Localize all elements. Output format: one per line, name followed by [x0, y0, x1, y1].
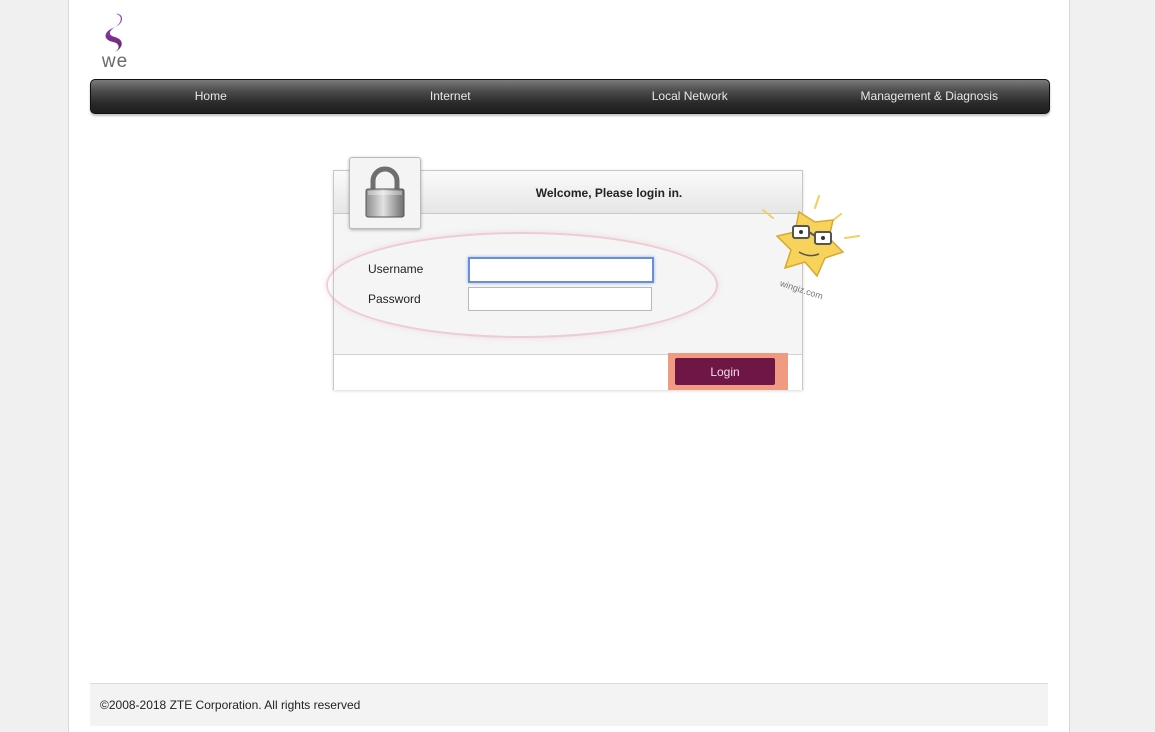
footer: ©2008-2018 ZTE Corporation. All rights r…	[90, 683, 1048, 726]
welcome-text: Welcome, Please login in.	[535, 186, 683, 200]
padlock-frame	[349, 157, 421, 229]
highlight-ellipse	[326, 232, 718, 338]
username-input[interactable]	[468, 257, 654, 283]
login-button-highlight: Login	[668, 353, 788, 390]
nav-local-network[interactable]: Local Network	[570, 80, 810, 113]
copyright-text: ©2008-2018 ZTE Corporation. All rights r…	[100, 698, 361, 712]
login-button[interactable]: Login	[675, 358, 775, 385]
page-container: we Home Internet Local Network Managemen…	[68, 0, 1070, 732]
password-input[interactable]	[468, 287, 652, 311]
logo-text: we	[101, 51, 129, 72]
we-logo-icon	[105, 13, 123, 52]
watermark-text: wingiz.com	[778, 278, 824, 302]
password-label: Password	[368, 292, 421, 306]
we-logo: we	[93, 12, 137, 72]
nav-home[interactable]: Home	[91, 80, 331, 113]
watermark-star-mascot: wingiz.com	[762, 195, 860, 302]
padlock-icon	[365, 166, 405, 218]
nav-internet[interactable]: Internet	[331, 80, 571, 113]
username-label: Username	[368, 262, 424, 276]
nav-management-diagnosis[interactable]: Management & Diagnosis	[810, 80, 1050, 113]
main-nav: Home Internet Local Network Management &…	[90, 79, 1050, 114]
login-panel: Welcome, Please login in. Username Passw…	[326, 157, 803, 390]
login-footer: Login	[334, 353, 802, 390]
